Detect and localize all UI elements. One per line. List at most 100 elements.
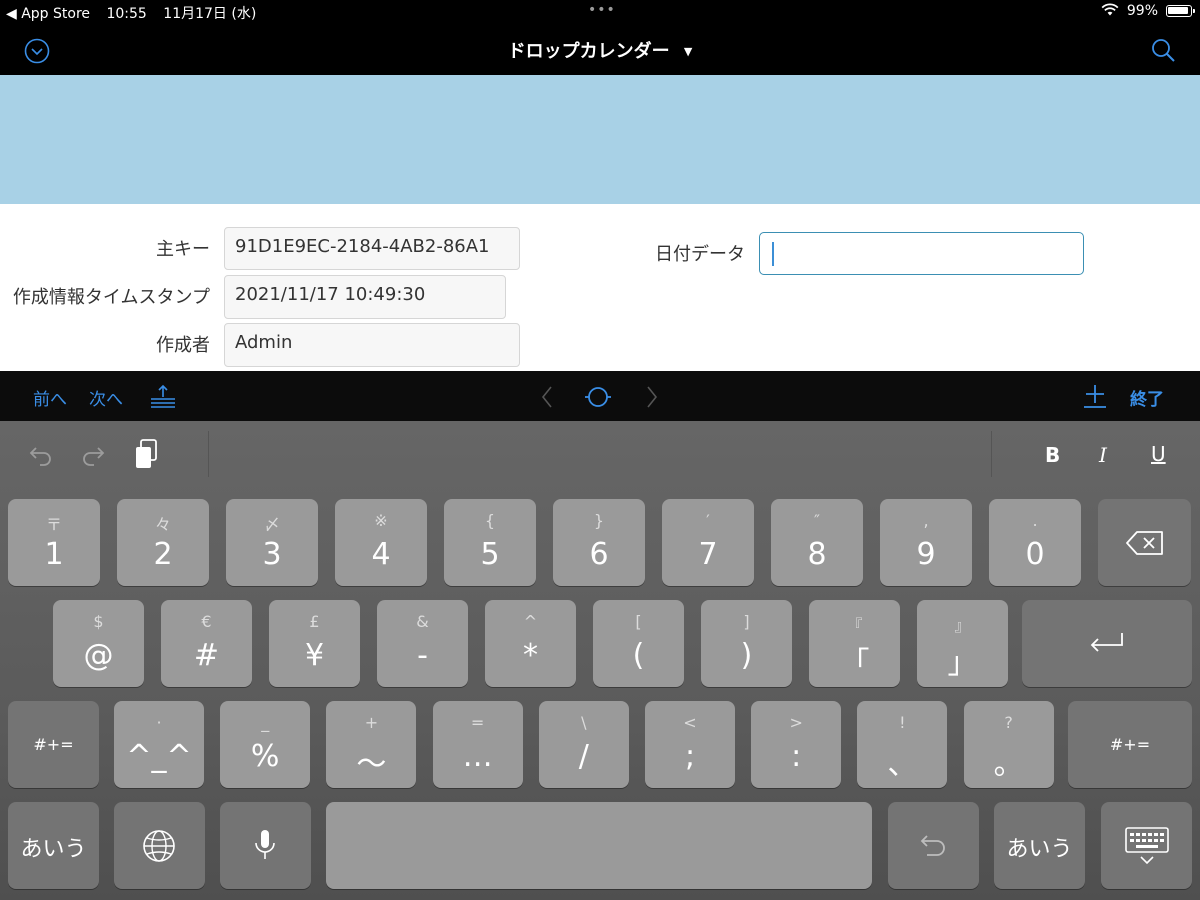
status-date: 11月17日 (水)	[163, 6, 257, 22]
return-key[interactable]	[1022, 600, 1192, 687]
key[interactable]: _%	[220, 701, 311, 788]
key-secondary-label: <	[683, 713, 697, 732]
key[interactable]: ′ 7	[662, 499, 754, 586]
key[interactable]: 〒 1	[8, 499, 100, 586]
key-secondary-label: =	[470, 713, 485, 732]
layout-title-menu[interactable]: ドロップカレンダー ▼	[0, 37, 1200, 63]
done-button[interactable]: 終了	[1130, 385, 1164, 410]
key[interactable]: ,9	[880, 499, 972, 586]
key[interactable]: ″ 8	[771, 499, 863, 586]
return-icon	[1090, 633, 1123, 652]
underline-button[interactable]: U	[1151, 442, 1166, 466]
key[interactable]: £ ¥	[269, 600, 360, 687]
key[interactable]: ?。	[963, 701, 1054, 788]
key[interactable]: $ @	[53, 600, 144, 687]
key-primary-label: 、	[887, 747, 918, 782]
key-primary-label: 」	[947, 646, 978, 681]
key-secondary-label: {	[484, 511, 496, 530]
key[interactable]: =…	[432, 701, 523, 788]
key[interactable]: 』」	[917, 600, 1008, 687]
key-primary-label: …	[462, 739, 493, 774]
key-primary-label: 6	[589, 537, 609, 572]
globe-icon	[143, 830, 175, 862]
header-band	[0, 75, 1200, 204]
creator-field[interactable]: Admin	[224, 323, 520, 367]
undo-icon[interactable]	[28, 442, 54, 468]
primary-key-field[interactable]: 91D1E9EC-2184-4AB2-86A1	[224, 227, 520, 270]
next-button[interactable]: 次へ	[89, 385, 123, 410]
key-secondary-label: ′	[706, 511, 710, 530]
key[interactable]: + 〜	[326, 701, 417, 788]
italic-button[interactable]: I	[1099, 443, 1107, 467]
key[interactable]: € #	[161, 600, 252, 687]
key-primary-label: ¥	[304, 638, 325, 673]
timestamp-field[interactable]: 2021/11/17 10:49:30	[224, 275, 506, 319]
navigation-bar: ドロップカレンダー ▼	[0, 24, 1200, 75]
key-secondary-label: !	[899, 713, 906, 732]
key[interactable]: · ^_^	[114, 701, 204, 788]
chevron-left-icon[interactable]	[540, 386, 554, 408]
globe-key[interactable]	[114, 802, 205, 889]
key-secondary-label: ·	[156, 713, 162, 732]
status-bar: ◀ App Store 10:55 11月17日 (水) ••• 99%	[0, 0, 1200, 24]
key-primary-label: (	[632, 638, 645, 673]
kana-undo-key[interactable]	[888, 802, 979, 889]
battery-icon	[1166, 5, 1195, 17]
key-primary-label: 「	[839, 646, 870, 681]
key[interactable]: [(	[593, 600, 684, 687]
key-primary-label: 。	[993, 747, 1024, 782]
key-primary-label: 1	[44, 537, 64, 572]
key[interactable]: 『「	[809, 600, 900, 687]
key[interactable]: & -	[377, 600, 468, 687]
key-primary-label: 7	[698, 537, 718, 572]
key-secondary-label: ″	[814, 511, 820, 530]
key-primary-label: :	[791, 739, 802, 774]
key[interactable]: <;	[645, 701, 735, 788]
multitasking-dots-icon[interactable]: •••	[588, 2, 616, 18]
bold-button[interactable]: B	[1045, 443, 1060, 467]
date-label: 日付データ	[655, 244, 745, 265]
dictation-key[interactable]	[220, 802, 311, 889]
paste-clipboard-icon[interactable]	[134, 438, 160, 470]
key-secondary-label: }	[593, 511, 605, 530]
key-secondary-label: ※	[374, 511, 388, 530]
key-secondary-label: 〆	[263, 515, 280, 534]
symbols-toggle-key[interactable]: #+=	[8, 701, 99, 788]
key-secondary-label: ^	[523, 612, 538, 631]
key-primary-label: @	[83, 638, 114, 673]
key-primary-label: *	[523, 638, 538, 673]
key[interactable]: 々2	[117, 499, 209, 586]
record-circle-icon[interactable]	[585, 384, 611, 410]
key[interactable]: \ /	[538, 701, 629, 788]
timestamp-label: 作成情報タイムスタンプ	[12, 287, 210, 308]
key-primary-label: 4	[371, 537, 391, 572]
key[interactable]: .0	[989, 499, 1081, 586]
add-record-icon[interactable]	[1084, 383, 1106, 409]
key[interactable]: } 6	[553, 499, 645, 586]
upload-tray-icon[interactable]	[150, 384, 176, 408]
chevron-right-icon[interactable]	[645, 386, 659, 408]
previous-button[interactable]: 前へ	[33, 385, 67, 410]
text-cursor	[772, 242, 774, 266]
key[interactable]: {5	[444, 499, 536, 586]
kana-key-right[interactable]: あいう	[994, 802, 1085, 889]
date-field[interactable]	[759, 232, 1084, 275]
key[interactable]: !、	[857, 701, 948, 788]
kana-key-left[interactable]: あいう	[8, 802, 99, 889]
redo-icon[interactable]	[80, 442, 106, 468]
back-to-app-store-link[interactable]: ◀ App Store	[6, 6, 90, 22]
key[interactable]: ※ 4	[335, 499, 427, 586]
space-key[interactable]	[326, 802, 872, 889]
dismiss-keyboard-key[interactable]	[1101, 802, 1192, 889]
key-primary-label: 0	[1025, 537, 1045, 572]
symbols-toggle-key-right[interactable]: #+=	[1068, 701, 1192, 788]
key[interactable]: 〆3	[226, 499, 318, 586]
key-secondary-label: 々	[154, 515, 171, 534]
key-primary-label: 〜	[356, 747, 387, 782]
key[interactable]: >:	[751, 701, 842, 788]
delete-key[interactable]	[1098, 499, 1191, 586]
creator-label: 作成者	[156, 335, 210, 356]
key[interactable]: ^ *	[485, 600, 576, 687]
search-icon[interactable]	[1150, 37, 1176, 63]
key[interactable]: ])	[701, 600, 792, 687]
